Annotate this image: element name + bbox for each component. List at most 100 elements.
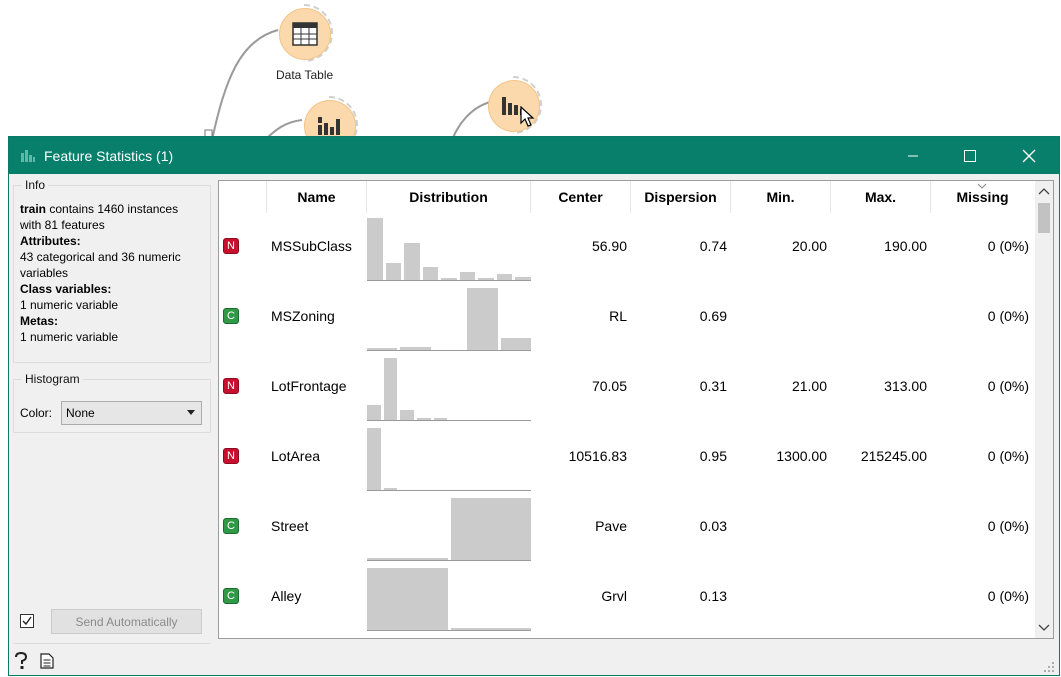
missing-value: 0 (0%) <box>987 448 1029 464</box>
center-value: Pave <box>595 518 627 534</box>
table-icon <box>292 22 318 46</box>
histogram-bar <box>367 558 448 560</box>
feature-name: MSSubClass <box>271 238 352 254</box>
chevron-down-icon <box>187 410 195 415</box>
histogram-bar <box>515 276 531 280</box>
scrollbar-thumb[interactable] <box>1038 203 1050 233</box>
dispersion-value: 0.13 <box>699 588 727 604</box>
histogram-bar <box>417 418 431 420</box>
table-row[interactable]: N MSSubClass 56.90 0.74 20.00 190.00 0 (0%) <box>219 213 1034 283</box>
maximize-button[interactable] <box>947 137 993 174</box>
feature-name: LotArea <box>271 448 321 464</box>
missing-value: 0 (0%) <box>987 308 1029 324</box>
send-automatically-button[interactable]: Send Automatically <box>51 609 202 634</box>
max-value: 215245.00 <box>860 448 927 464</box>
numeric-type-icon: N <box>223 238 239 254</box>
histogram-bar <box>400 410 415 420</box>
distribution-histogram <box>367 567 531 631</box>
feature-name: MSZoning <box>271 308 335 324</box>
resize-grip-icon[interactable] <box>1043 661 1055 673</box>
title-bar[interactable]: Feature Statistics (1) <box>9 137 1059 174</box>
center-value: Grvl <box>601 588 627 604</box>
close-button[interactable] <box>1006 137 1052 174</box>
dataset-name: train <box>20 202 47 216</box>
feature-name: Alley <box>271 588 302 604</box>
minimize-icon <box>908 155 918 156</box>
categorical-type-icon: C <box>223 518 239 534</box>
histogram-bar <box>400 346 431 350</box>
window-title: Feature Statistics (1) <box>44 147 174 164</box>
auto-send-checkbox[interactable] <box>20 614 34 628</box>
table-row[interactable]: C Street Pave 0.03 0 (0%) <box>219 493 1034 563</box>
scroll-up-icon[interactable] <box>1038 187 1050 195</box>
attributes-value-2: variables <box>20 266 69 280</box>
close-icon <box>1022 149 1036 162</box>
histogram-icon <box>318 117 340 135</box>
feature-name: LotFrontage <box>271 378 347 394</box>
feature-name: Street <box>271 518 309 534</box>
histogram-bar <box>404 242 420 280</box>
table-row[interactable]: N LotArea 10516.83 0.95 1300.00 215245.00 0 (0… <box>219 423 1034 493</box>
max-value: 313.00 <box>884 378 927 394</box>
feature-statistics-icon <box>21 149 35 162</box>
minimize-button[interactable] <box>890 137 936 174</box>
vertical-scrollbar[interactable] <box>1035 181 1053 638</box>
histogram-bar <box>367 348 398 350</box>
color-combo[interactable]: None <box>61 401 202 425</box>
distribution-histogram <box>367 427 531 491</box>
mouse-cursor-icon <box>520 106 535 127</box>
metas-label: Metas: <box>20 314 59 328</box>
header-dispersion[interactable]: Dispersion <box>631 181 731 213</box>
histogram-bar <box>367 428 381 490</box>
distribution-histogram <box>367 357 531 421</box>
class-variables-label: Class variables: <box>20 282 112 296</box>
histogram-bar <box>467 288 498 350</box>
center-value: 56.90 <box>591 238 627 254</box>
dataset-desc: contains 1460 instances <box>46 202 179 216</box>
histogram-bar <box>367 218 383 280</box>
numeric-type-icon: N <box>223 448 239 464</box>
dataset-desc-2: with 81 features <box>20 218 105 232</box>
data-table-node[interactable] <box>275 4 335 64</box>
histogram-title: Histogram <box>22 372 83 386</box>
header-name[interactable]: Name <box>267 181 367 213</box>
dispersion-value: 0.74 <box>699 238 727 254</box>
feature-statistics-window: Feature Statistics (1) Info train contai… <box>8 136 1060 676</box>
missing-value: 0 (0%) <box>987 238 1029 254</box>
categorical-type-icon: C <box>223 588 239 604</box>
table-row[interactable]: C Alley Grvl 0.13 0 (0%) <box>219 563 1034 633</box>
histogram-bar <box>459 271 476 280</box>
dispersion-value: 0.95 <box>699 448 727 464</box>
min-value: 1300.00 <box>776 448 827 464</box>
histogram-bar <box>422 266 439 280</box>
distribution-histogram <box>367 497 531 561</box>
scroll-down-icon[interactable] <box>1038 624 1050 632</box>
dispersion-value: 0.03 <box>699 518 727 534</box>
missing-value: 0 (0%) <box>987 378 1029 394</box>
center-value: RL <box>609 308 627 324</box>
min-value: 21.00 <box>791 378 827 394</box>
histogram-bar <box>450 628 531 630</box>
report-icon[interactable] <box>40 653 54 669</box>
maximize-icon <box>964 149 976 162</box>
header-max[interactable]: Max. <box>831 181 931 213</box>
histogram-bar <box>441 278 457 280</box>
center-value: 70.05 <box>591 378 627 394</box>
table-row[interactable]: N LotFrontage 70.05 0.31 21.00 313.00 0 (0%) <box>219 353 1034 423</box>
histogram-bar <box>450 498 531 560</box>
header-center[interactable]: Center <box>531 181 631 213</box>
table-row[interactable]: C MSZoning RL 0.69 0 (0%) <box>219 283 1034 353</box>
help-icon[interactable] <box>14 652 28 670</box>
header-min[interactable]: Min. <box>731 181 831 213</box>
header-distribution[interactable]: Distribution <box>367 181 531 213</box>
send-separator <box>13 643 211 644</box>
checkmark-icon <box>22 616 32 626</box>
missing-value: 0 (0%) <box>987 588 1029 604</box>
histogram-bar <box>496 273 513 280</box>
dispersion-value: 0.31 <box>699 378 727 394</box>
histogram-bar <box>383 488 398 490</box>
metas-value: 1 numeric variable <box>20 330 119 344</box>
statistics-table[interactable]: Name Distribution Center Dispersion Min.… <box>218 180 1054 639</box>
histogram-bar <box>367 568 448 630</box>
header-type[interactable] <box>219 181 267 213</box>
